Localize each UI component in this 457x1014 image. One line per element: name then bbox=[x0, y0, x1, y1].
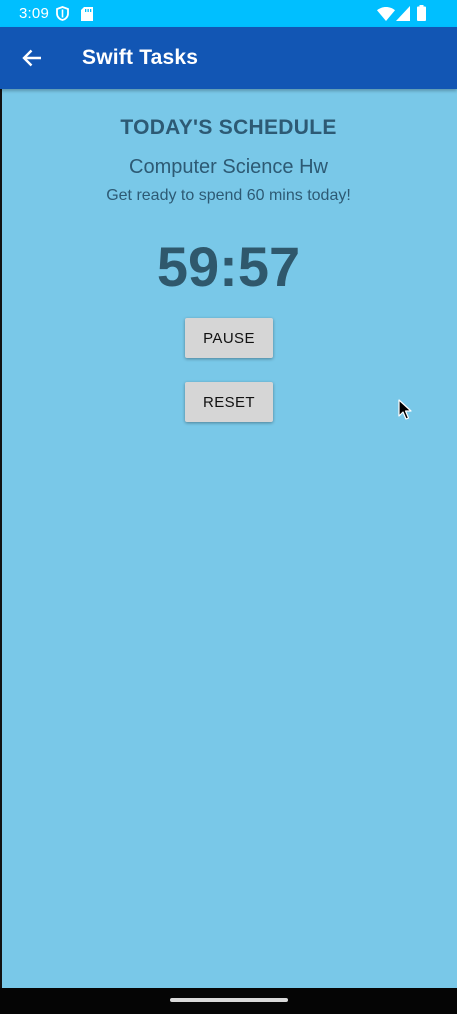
countdown-timer: 59:57 bbox=[156, 235, 301, 298]
pause-button[interactable]: PAUSE bbox=[185, 318, 273, 358]
task-subtitle: Get ready to spend 60 mins today! bbox=[106, 187, 351, 204]
wifi-icon bbox=[377, 7, 395, 21]
task-name: Computer Science Hw bbox=[129, 156, 328, 178]
home-gesture-handle[interactable] bbox=[170, 998, 288, 1002]
status-time: 3:09 bbox=[19, 5, 49, 22]
app-bar: Swift Tasks bbox=[0, 27, 457, 89]
app-title: Swift Tasks bbox=[82, 46, 199, 69]
back-button[interactable] bbox=[12, 38, 52, 78]
arrow-back-icon bbox=[22, 49, 41, 67]
schedule-heading: TODAY'S SCHEDULE bbox=[120, 116, 337, 139]
screen-edge bbox=[0, 89, 2, 988]
sd-card-icon bbox=[81, 7, 93, 21]
status-bar: 3:09 bbox=[0, 0, 457, 27]
mouse-cursor-icon bbox=[398, 399, 412, 420]
phone-screen: 3:09 Swift Tasks TODAY'S SCHEDULE Comput… bbox=[0, 0, 457, 1014]
schedule-screen: TODAY'S SCHEDULE Computer Science Hw Get… bbox=[0, 89, 457, 988]
battery-icon bbox=[417, 5, 426, 21]
navigation-bar bbox=[0, 988, 457, 1014]
shield-icon bbox=[56, 6, 69, 21]
signal-icon bbox=[396, 6, 410, 21]
reset-button[interactable]: RESET bbox=[185, 382, 273, 422]
